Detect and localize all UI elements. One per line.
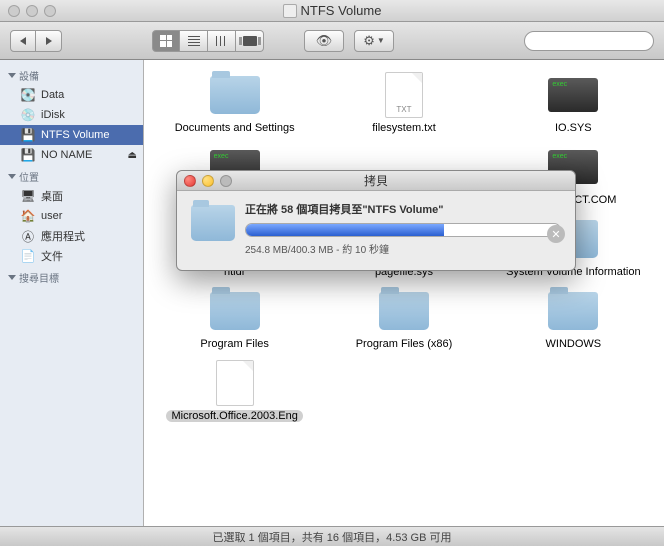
disk-icon — [283, 4, 297, 18]
file-item[interactable]: WINDOWS — [491, 288, 656, 350]
folder-icon — [191, 205, 235, 241]
folder-icon — [548, 292, 598, 330]
status-text: 已選取 1 個項目，共有 16 個項目，4.53 GB 可用 — [213, 529, 452, 545]
apps-icon: Ⓐ — [20, 228, 36, 244]
icon-view-button[interactable] — [152, 30, 180, 52]
file-name: Microsoft.Office.2003.Eng — [166, 410, 302, 422]
window-title: NTFS Volume — [0, 3, 664, 18]
sidebar-item-label: NTFS Volume — [41, 129, 109, 141]
progress-fill — [246, 224, 444, 236]
eye-icon: 👁 — [316, 33, 333, 49]
sidebar-item-label: iDisk — [41, 109, 65, 121]
file-item[interactable]: Documents and Settings — [152, 72, 317, 134]
search-wrap — [524, 31, 654, 51]
sidebar-section-header[interactable]: 位置 — [0, 165, 143, 186]
status-bar: 已選取 1 個項目，共有 16 個項目，4.53 GB 可用 — [0, 526, 664, 546]
cancel-copy-button[interactable]: ✕ — [547, 225, 565, 243]
chevron-left-icon — [20, 37, 26, 45]
sidebar-section-header[interactable]: 設備 — [0, 64, 143, 85]
sidebar-item[interactable]: 💾 NTFS Volume — [0, 125, 143, 145]
grid-icon — [160, 35, 172, 47]
sidebar-section-header[interactable]: 搜尋目標 — [0, 266, 143, 287]
action-menu-button[interactable]: ⚙▼ — [354, 30, 394, 52]
disk-icon: 💾 — [20, 127, 36, 143]
copy-progress-dialog: 拷貝 正在將 58 個項目拷貝至"NTFS Volume" 254.8 MB/4… — [176, 170, 576, 271]
desktop-icon: 🖥 — [20, 188, 36, 204]
home-icon: 🏠 — [20, 208, 36, 224]
folder-icon — [210, 292, 260, 330]
sidebar-item[interactable]: 🖥 桌面 — [0, 186, 143, 206]
file-browser[interactable]: Documents and Settings TXT filesystem.txt I… — [144, 60, 664, 526]
idisk-icon: 💿 — [20, 107, 36, 123]
docs-icon: 📄 — [20, 248, 36, 264]
folder-icon — [379, 292, 429, 330]
sidebar-item[interactable]: 💾 NO NAME ⏏ — [0, 145, 143, 165]
toolbar: 👁 ⚙▼ — [0, 22, 664, 60]
search-input[interactable] — [524, 31, 654, 51]
dialog-body: 正在將 58 個項目拷貝至"NTFS Volume" 254.8 MB/400.… — [177, 191, 575, 270]
document-icon — [216, 360, 254, 406]
sidebar-item-label: 應用程式 — [41, 228, 85, 244]
progress-bar — [245, 223, 561, 237]
nav-buttons — [10, 30, 62, 52]
copy-detail: 254.8 MB/400.3 MB - 約 10 秒鐘 — [245, 241, 561, 256]
forward-button[interactable] — [36, 30, 62, 52]
folder-icon — [210, 76, 260, 114]
file-item[interactable]: Microsoft.Office.2003.Eng — [152, 360, 317, 422]
list-icon — [188, 36, 200, 46]
file-name: filesystem.txt — [372, 122, 436, 134]
file-name: IO.SYS — [555, 122, 592, 134]
list-view-button[interactable] — [180, 30, 208, 52]
gear-icon: ⚙ — [363, 33, 375, 49]
column-view-button[interactable] — [208, 30, 236, 52]
sidebar-item-label: NO NAME — [41, 149, 92, 161]
file-name: Program Files — [200, 338, 268, 350]
text-file-icon: TXT — [385, 72, 423, 118]
quicklook-button[interactable]: 👁 — [304, 30, 344, 52]
file-item[interactable]: TXT filesystem.txt — [321, 72, 486, 134]
view-mode-segment — [152, 30, 264, 52]
copy-message: 正在將 58 個項目拷貝至"NTFS Volume" — [245, 201, 561, 217]
sidebar-item-label: Data — [41, 89, 64, 101]
sidebar-item[interactable]: 💿 iDisk — [0, 105, 143, 125]
chevron-right-icon — [46, 37, 52, 45]
window-title-text: NTFS Volume — [301, 3, 382, 18]
sidebar-item[interactable]: 💽 Data — [0, 85, 143, 105]
back-button[interactable] — [10, 30, 36, 52]
file-item[interactable]: IO.SYS — [491, 72, 656, 134]
disclosure-triangle-icon — [8, 73, 16, 78]
sidebar: 設備 💽 Data 💿 iDisk 💾 NTFS Volume 💾 NO NAME ⏏ 位置 🖥 桌面 🏠… — [0, 60, 144, 526]
file-name: Documents and Settings — [175, 122, 295, 134]
file-item[interactable]: Program Files (x86) — [321, 288, 486, 350]
file-item[interactable]: Program Files — [152, 288, 317, 350]
sidebar-section-label: 位置 — [19, 169, 39, 184]
disclosure-triangle-icon — [8, 174, 16, 179]
file-name: WINDOWS — [546, 338, 602, 350]
file-name: Program Files (x86) — [356, 338, 453, 350]
window-titlebar: NTFS Volume — [0, 0, 664, 22]
sidebar-item-label: user — [41, 210, 62, 222]
coverflow-icon — [243, 36, 257, 46]
sidebar-section-label: 設備 — [19, 68, 39, 83]
columns-icon — [216, 36, 228, 46]
search-area — [404, 31, 654, 51]
sidebar-item-label: 文件 — [41, 248, 63, 264]
window-body: 設備 💽 Data 💿 iDisk 💾 NTFS Volume 💾 NO NAME ⏏ 位置 🖥 桌面 🏠… — [0, 60, 664, 526]
disclosure-triangle-icon — [8, 275, 16, 280]
sidebar-item-label: 桌面 — [41, 188, 63, 204]
sidebar-item[interactable]: 🏠 user — [0, 206, 143, 226]
sidebar-item[interactable]: 📄 文件 — [0, 246, 143, 266]
disk-icon: 💾 — [20, 147, 36, 163]
hdd-icon: 💽 — [20, 87, 36, 103]
exec-file-icon — [548, 78, 598, 112]
sidebar-section-label: 搜尋目標 — [19, 270, 59, 285]
dialog-info: 正在將 58 個項目拷貝至"NTFS Volume" 254.8 MB/400.… — [245, 201, 561, 256]
eject-icon[interactable]: ⏏ — [128, 150, 137, 161]
coverflow-view-button[interactable] — [236, 30, 264, 52]
sidebar-item[interactable]: Ⓐ 應用程式 — [0, 226, 143, 246]
dialog-title: 拷貝 — [177, 172, 575, 189]
dialog-titlebar[interactable]: 拷貝 — [177, 171, 575, 191]
